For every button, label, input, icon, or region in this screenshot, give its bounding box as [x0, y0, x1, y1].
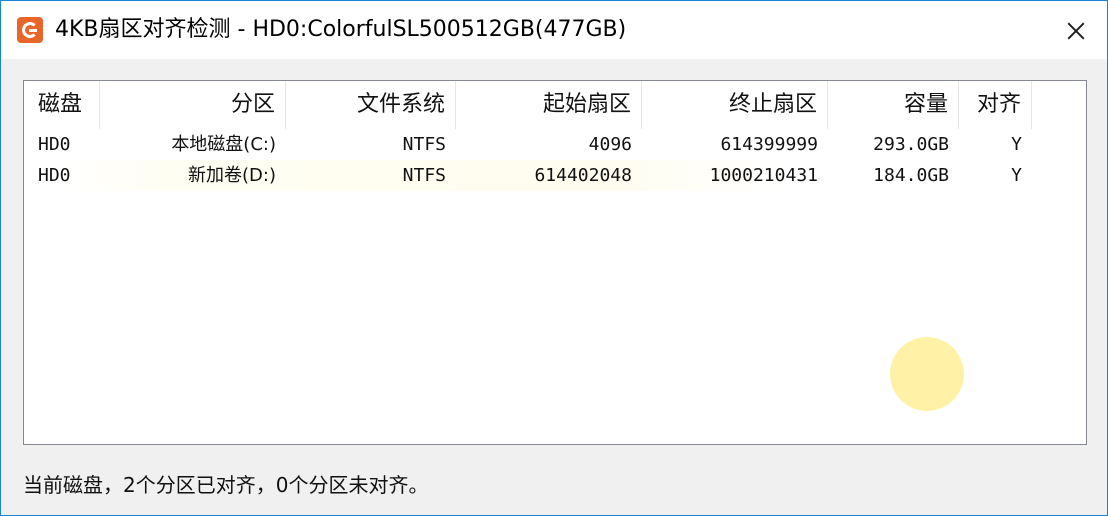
- cell-disk: HD0: [38, 134, 71, 155]
- cell-aligned: Y: [1011, 134, 1022, 155]
- cell-disk: HD0: [38, 165, 71, 186]
- cell-end-sector: 614399999: [720, 134, 818, 155]
- alignment-check-window: 4KB扇区对齐检测 - HD0:ColorfulSL500512GB(477GB…: [0, 0, 1108, 516]
- table-row[interactable]: HD0 本地磁盘(C:) NTFS 4096 614399999 293.0GB…: [24, 129, 1086, 160]
- list-header: 磁盘 分区 文件系统 起始扇区 终止扇区 容量 对齐: [24, 81, 1086, 129]
- cell-end-sector: 1000210431: [709, 165, 818, 186]
- partition-list[interactable]: 磁盘 分区 文件系统 起始扇区 终止扇区 容量 对齐 HD0 本地磁盘(C:) …: [23, 80, 1087, 445]
- cell-partition: 本地磁盘(C:): [171, 134, 276, 155]
- cell-aligned: Y: [1011, 165, 1022, 186]
- title-bar[interactable]: 4KB扇区对齐检测 - HD0:ColorfulSL500512GB(477GB…: [1, 1, 1107, 59]
- table-row[interactable]: HD0 新加卷(D:) NTFS 614402048 1000210431 18…: [24, 160, 1086, 191]
- column-header-aligned[interactable]: 对齐: [959, 81, 1032, 129]
- status-message: 当前磁盘，2个分区已对齐，0个分区未对齐。: [23, 473, 429, 497]
- cell-partition: 新加卷(D:): [188, 165, 276, 186]
- cell-capacity: 184.0GB: [873, 165, 949, 186]
- window-title: 4KB扇区对齐检测 - HD0:ColorfulSL500512GB(477GB…: [55, 17, 627, 42]
- close-button[interactable]: [1045, 1, 1107, 59]
- cell-filesystem: NTFS: [402, 134, 446, 155]
- column-header-start-sector[interactable]: 起始扇区: [456, 81, 642, 129]
- diskgenius-app-icon: [17, 17, 43, 43]
- column-header-filesystem[interactable]: 文件系统: [286, 81, 456, 129]
- cell-capacity: 293.0GB: [873, 134, 949, 155]
- column-header-partition[interactable]: 分区: [100, 81, 286, 129]
- cell-start-sector: 4096: [588, 134, 632, 155]
- column-header-end-sector[interactable]: 终止扇区: [642, 81, 828, 129]
- cell-filesystem: NTFS: [402, 165, 446, 186]
- column-header-disk[interactable]: 磁盘: [24, 81, 100, 129]
- column-header-capacity[interactable]: 容量: [828, 81, 959, 129]
- cell-start-sector: 614402048: [534, 165, 632, 186]
